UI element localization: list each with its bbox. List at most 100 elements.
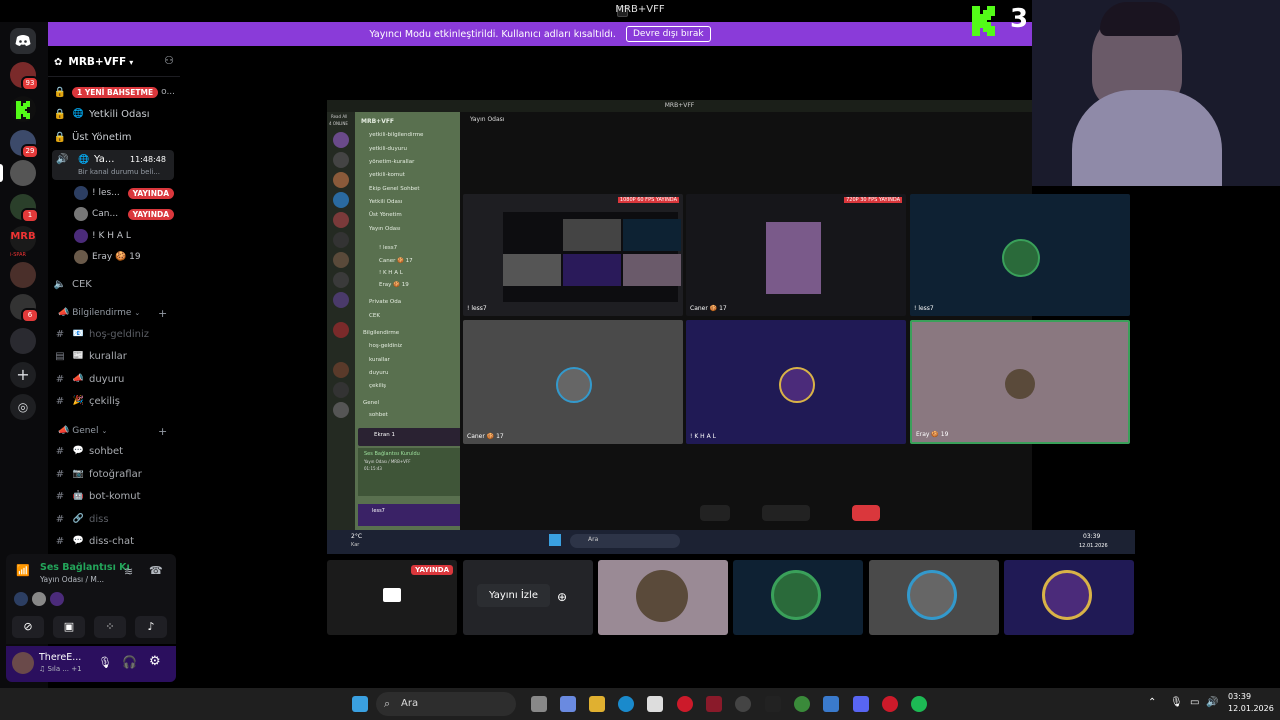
share-control-button[interactable] [762, 505, 810, 521]
category-header[interactable]: 📣 Bilgilendirme ⌄ + [58, 307, 167, 320]
avatar[interactable] [12, 652, 34, 674]
task-view-icon[interactable] [531, 696, 547, 712]
copilot-icon[interactable] [560, 696, 576, 712]
microphone-icon[interactable]: 🎙 [98, 656, 112, 669]
channel-item[interactable]: # 💬 sohbet [52, 441, 178, 461]
server-icon[interactable]: 1 [10, 194, 39, 223]
channel-item[interactable]: 🔒 🌐 Yetkili Odası [52, 104, 178, 124]
invite-people-icon[interactable]: ⚇ [164, 54, 174, 67]
stream-viewer[interactable]: MRB+VFF Read All 4 ONLINE MRB+VFF yetkil… [327, 100, 1130, 530]
channel-item[interactable]: # 📧 hoş-geldiniz [52, 324, 178, 344]
app-icon[interactable] [735, 696, 751, 712]
avatar [32, 592, 46, 606]
activities-button[interactable]: ⁘ [94, 616, 126, 638]
channel-item[interactable]: 🔒 Üst Yönetim [52, 127, 178, 147]
add-server-button[interactable]: + [10, 362, 36, 388]
app-icon[interactable] [823, 696, 839, 712]
voice-user[interactable]: ! les... YAYINDA [74, 184, 174, 202]
edge-icon[interactable] [618, 696, 634, 712]
stream-tile[interactable]: ! less7 [910, 194, 1130, 316]
participant-card[interactable] [869, 560, 999, 635]
link-icon: 🔗 [72, 514, 85, 524]
camera-off-button[interactable]: ⊘ [12, 616, 44, 638]
settings-gear-icon[interactable]: ⚙ [149, 654, 161, 669]
category-header[interactable]: 📣 Genel ⌄ + [58, 425, 167, 438]
inner-channel: çekiliş [369, 383, 387, 389]
chrome-icon[interactable] [794, 696, 810, 712]
search-box[interactable]: ⌕ Ara [376, 692, 516, 716]
participant-card[interactable] [1004, 560, 1134, 635]
channel-item[interactable]: # 🤖 bot-komut [52, 486, 178, 506]
store-icon[interactable] [647, 696, 663, 712]
create-channel-icon[interactable]: + [158, 307, 167, 320]
voice-channel-item[interactable]: 🔈 CEK [52, 274, 178, 294]
stream-preview-icon[interactable]: ⊕ [557, 590, 567, 604]
disconnect-icon[interactable]: ☎ [149, 564, 163, 577]
app-icon[interactable] [706, 696, 722, 712]
windows-start-icon[interactable] [352, 696, 368, 712]
headphones-icon[interactable]: 🎧 [122, 655, 137, 669]
watch-stream-button[interactable]: Yayını İzle [477, 584, 550, 607]
voice-user[interactable]: Eray 🍪 19 [74, 248, 174, 266]
inner-channel: ! K H A L [379, 270, 403, 276]
network-icon[interactable]: ▭ [1190, 697, 1199, 708]
voice-status-title[interactable]: Ses Bağlantısı Kı [40, 562, 130, 573]
server-icon[interactable] [10, 160, 36, 186]
voice-user[interactable]: Can... YAYINDA [74, 205, 174, 223]
voice-user[interactable]: ! K H A L [74, 227, 174, 245]
screen-share-button[interactable]: ▣ [53, 616, 85, 638]
stream-tile[interactable]: 1080P 60 FPS YAYINDA ! less7 [463, 194, 683, 316]
clock[interactable]: 03:39 [1228, 692, 1251, 701]
inner-channel: Caner 🍪 17 [379, 258, 413, 264]
username[interactable]: ThereE... [39, 652, 81, 663]
voice-status-subtitle[interactable]: Yayın Odası / M... [40, 575, 104, 584]
inner-channel: ! less7 [379, 245, 398, 251]
channel-item[interactable]: # 💬 diss-chat [52, 531, 178, 551]
soundwave-icon[interactable]: ≋ [124, 565, 133, 578]
server-header[interactable]: ✿ MRB+VFF ▾ ⚇ [54, 54, 174, 70]
spotify-icon[interactable] [911, 696, 927, 712]
participant-card[interactable] [733, 560, 863, 635]
server-icon[interactable] [10, 262, 36, 288]
soundboard-button[interactable]: ♪ [135, 616, 167, 638]
screen-share-icon: ▣ [63, 620, 75, 633]
date[interactable]: 12.01.2026 [1228, 704, 1274, 713]
stream-tile[interactable]: 720P 30 FPS YAYINDA Caner 🍪 17 [686, 194, 906, 316]
channel-item[interactable]: 🔒 1 YENİ BAHSETME o... [52, 82, 178, 102]
file-explorer-icon[interactable] [589, 696, 605, 712]
stream-tile[interactable]: Caner 🍪 17 [463, 320, 683, 444]
volume-icon[interactable]: 🔊 [1206, 697, 1218, 708]
active-voice-channel[interactable]: 🔊 🌐 Ya... 11:48:48 Bir kanal durumu beli… [52, 150, 174, 180]
server-icon[interactable]: 93 [10, 62, 39, 91]
divider [48, 76, 180, 77]
server-icon[interactable] [10, 96, 36, 122]
server-icon[interactable]: 29 [10, 130, 39, 159]
channel-item[interactable]: ▤ 📰 kurallar [52, 346, 178, 366]
participant-card[interactable]: Yayını İzle ⊕ [463, 560, 593, 635]
discover-button[interactable]: ◎ [10, 394, 36, 420]
stream-tile[interactable]: ! K H A L [686, 320, 906, 444]
opera-gx-icon[interactable] [677, 696, 693, 712]
disable-streamer-mode-button[interactable]: Devre dışı bırak [625, 26, 711, 42]
discord-home-button[interactable] [10, 28, 36, 54]
microphone-icon[interactable]: 🎙 [1170, 697, 1183, 708]
channel-item[interactable]: # 🔗 diss [52, 509, 178, 529]
participant-card[interactable]: YAYINDA [327, 560, 457, 635]
app-icon[interactable] [765, 696, 781, 712]
inner-channel: kurallar [369, 357, 390, 363]
opera-icon[interactable] [882, 696, 898, 712]
create-channel-icon[interactable]: + [158, 425, 167, 438]
channel-item[interactable]: # 🎉 çekiliş [52, 391, 178, 411]
server-icon[interactable]: MRB [10, 226, 36, 252]
mic-control-button[interactable] [700, 505, 730, 521]
server-icon[interactable]: 6 [10, 294, 39, 323]
chevron-up-icon[interactable]: ⌃ [1148, 697, 1156, 708]
stream-tile[interactable]: Eray 🍪 19 [910, 320, 1130, 444]
channel-item[interactable]: # 📷 fotoğraflar [52, 464, 178, 484]
leave-call-button[interactable] [852, 505, 880, 521]
participant-card[interactable] [598, 560, 728, 635]
channel-name: o... [161, 87, 176, 97]
discord-icon[interactable] [853, 696, 869, 712]
server-icon[interactable] [10, 328, 36, 354]
channel-item[interactable]: # 📣 duyuru [52, 369, 178, 389]
